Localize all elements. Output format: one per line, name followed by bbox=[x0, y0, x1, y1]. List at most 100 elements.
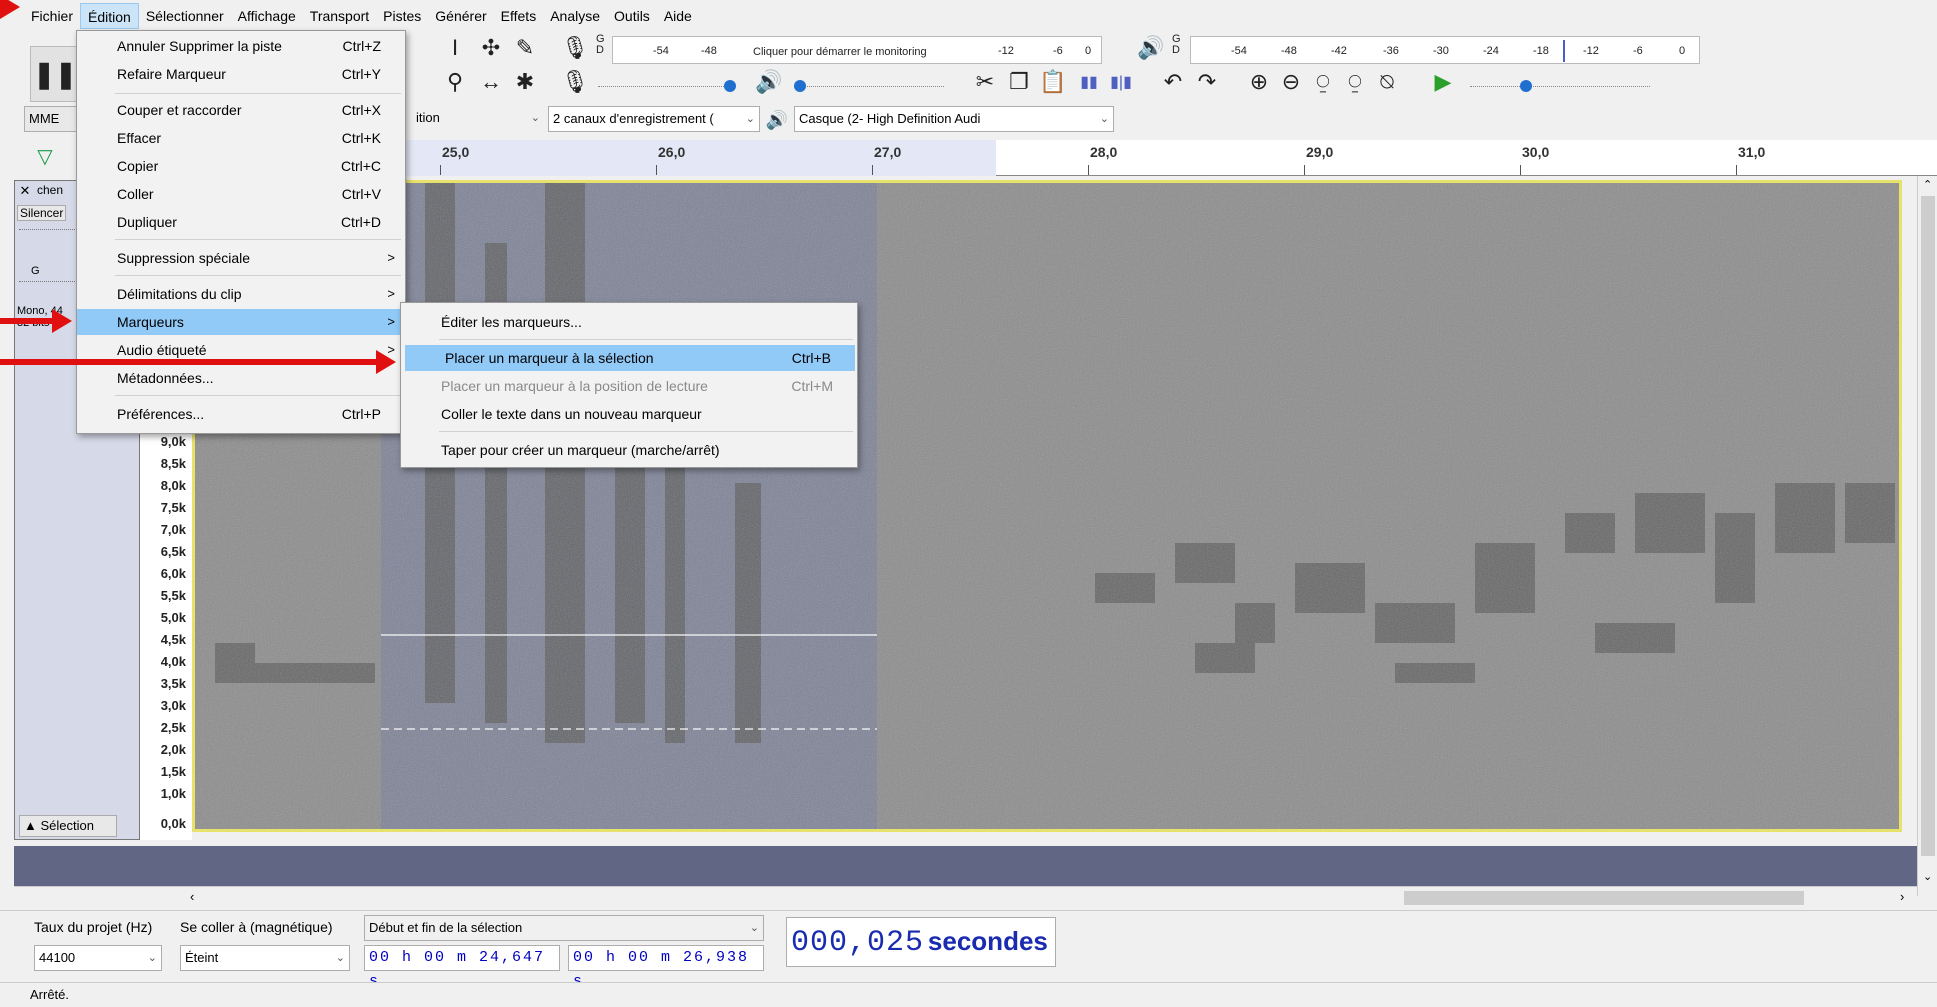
play-speed-thumb[interactable] bbox=[1520, 80, 1532, 92]
redo-icon[interactable]: ↷ bbox=[1192, 66, 1222, 98]
host-combo[interactable]: MME bbox=[24, 106, 80, 132]
cut-icon[interactable]: ✂ bbox=[970, 66, 1000, 98]
menu-item-clip-boundaries[interactable]: Délimitations du clip > bbox=[77, 281, 405, 307]
menu-item-cut[interactable]: Couper et raccorder Ctrl+X bbox=[77, 97, 405, 123]
ruler-label: 28,0 bbox=[1090, 144, 1118, 160]
record-meter[interactable]: -54 -48 Cliquer pour démarrer le monitor… bbox=[612, 36, 1102, 64]
play-speed-slider[interactable] bbox=[1470, 86, 1650, 87]
scroll-up-icon[interactable]: ⌃ bbox=[1923, 178, 1932, 191]
snap-combo[interactable]: Éteint ⌄ bbox=[180, 945, 350, 971]
selection-end-time[interactable]: 00 h 00 m 26,938 s bbox=[568, 945, 764, 990]
microphone-icon[interactable]: 🎙 bbox=[560, 32, 590, 64]
selection-tool-icon[interactable]: I bbox=[440, 32, 470, 64]
meter-tick: -12 bbox=[998, 45, 1014, 57]
menu-item-type-to-create-marker[interactable]: Taper pour créer un marqueur (marche/arr… bbox=[401, 437, 857, 463]
menu-item-add-marker-at-playback[interactable]: Placer un marqueur à la position de lect… bbox=[401, 373, 857, 399]
menu-transport[interactable]: Transport bbox=[303, 3, 376, 29]
play-device-combo[interactable]: Casque (2- High Definition Audi ⌄ bbox=[794, 106, 1114, 132]
selection-mode-combo[interactable]: Début et fin de la sélection ⌄ bbox=[364, 915, 764, 941]
play-volume-slider[interactable] bbox=[794, 86, 944, 87]
draw-tool-icon[interactable]: ✎ bbox=[510, 32, 540, 64]
mute-button[interactable]: Silencer bbox=[17, 205, 67, 221]
zoom-out-icon[interactable]: ⊖ bbox=[1276, 66, 1306, 98]
menu-affichage[interactable]: Affichage bbox=[231, 3, 303, 29]
select-track-button[interactable]: ▲ Sélection bbox=[19, 815, 117, 837]
multi-tool-icon[interactable]: ✱ bbox=[510, 66, 540, 98]
menu-edition[interactable]: Édition bbox=[80, 3, 139, 29]
menu-analyse[interactable]: Analyse bbox=[543, 3, 607, 29]
menu-item-delete[interactable]: Effacer Ctrl+K bbox=[77, 125, 405, 151]
envelope-tool-icon[interactable]: ✣ bbox=[476, 32, 506, 64]
snap-value: Éteint bbox=[185, 950, 219, 965]
shortcut: Ctrl+C bbox=[340, 158, 381, 174]
zoom-toggle-icon[interactable]: ⍉ bbox=[1372, 66, 1402, 98]
playback-meter[interactable]: -54 -48 -42 -36 -30 -24 -18 -12 -6 0 bbox=[1190, 36, 1700, 64]
menu-effets[interactable]: Effets bbox=[494, 3, 544, 29]
empty-track-area[interactable] bbox=[14, 846, 1917, 886]
project-rate-combo[interactable]: 44100 ⌄ bbox=[34, 945, 162, 971]
chevron-down-icon: ⌄ bbox=[147, 952, 157, 964]
menu-item-duplicate[interactable]: Dupliquer Ctrl+D bbox=[77, 209, 405, 235]
menu-item-special-delete[interactable]: Suppression spéciale > bbox=[77, 245, 405, 271]
status-text: Arrêté. bbox=[30, 987, 70, 1002]
menu-item-paste-new-marker[interactable]: Coller le texte dans un nouveau marqueur bbox=[401, 401, 857, 427]
meter-tick: -12 bbox=[1583, 45, 1599, 57]
vscroll-thumb[interactable] bbox=[1921, 196, 1935, 856]
speaker-icon[interactable]: 🔊 bbox=[1136, 32, 1166, 64]
undo-icon[interactable]: ↶ bbox=[1158, 66, 1188, 98]
menu-label: Dupliquer bbox=[117, 214, 177, 230]
select-label: Sélection bbox=[40, 818, 94, 833]
menu-item-metadata[interactable]: Métadonnées... bbox=[77, 365, 405, 391]
scroll-thumb[interactable] bbox=[1404, 891, 1804, 905]
menu-selectionner[interactable]: Sélectionner bbox=[139, 3, 231, 29]
selection-start-time[interactable]: 00 h 00 m 24,647 s bbox=[364, 945, 560, 990]
freq-label: 4,0k bbox=[160, 654, 186, 669]
fit-project-icon[interactable]: ⍜ bbox=[1340, 66, 1370, 98]
scroll-down-icon[interactable]: ⌄ bbox=[1923, 870, 1932, 883]
menu-item-edit-markers[interactable]: Éditer les marqueurs... bbox=[401, 309, 857, 335]
length-unit: secondes bbox=[927, 926, 1048, 956]
menu-item-add-marker-at-selection[interactable]: Placer un marqueur à la sélection Ctrl+B bbox=[405, 345, 855, 371]
rec-volume-slider[interactable] bbox=[598, 86, 728, 87]
timeshift-tool-icon[interactable]: ↔ bbox=[476, 66, 506, 98]
peak-indicator bbox=[1563, 40, 1565, 62]
silence-icon[interactable]: ▮|▮ bbox=[1106, 66, 1136, 98]
menu-item-paste[interactable]: Coller Ctrl+V bbox=[77, 181, 405, 207]
annotation-arrow-add-marker bbox=[0, 350, 396, 374]
rec-volume-thumb[interactable] bbox=[724, 80, 736, 92]
play-volume-thumb[interactable] bbox=[794, 80, 806, 92]
vertical-scrollbar[interactable]: ⌃ ⌄ bbox=[1917, 176, 1937, 896]
trim-icon[interactable]: ▮▮ bbox=[1074, 66, 1104, 98]
menu-pistes[interactable]: Pistes bbox=[376, 3, 428, 29]
menu-item-redo[interactable]: Refaire Marqueur Ctrl+Y bbox=[77, 61, 405, 87]
menu-item-undo[interactable]: Annuler Supprimer la piste Ctrl+Z bbox=[77, 33, 405, 59]
pause-button[interactable]: ❚❚ bbox=[30, 46, 80, 102]
play-at-speed-icon[interactable]: ▶ bbox=[1428, 66, 1458, 98]
fit-selection-icon[interactable]: ⍜ bbox=[1308, 66, 1338, 98]
close-track-icon[interactable]: ✕ bbox=[17, 183, 33, 199]
timeline-options-icon[interactable]: ▽ bbox=[30, 140, 60, 172]
horizontal-scrollbar[interactable]: ‹ › bbox=[14, 886, 1917, 908]
menu-aide[interactable]: Aide bbox=[657, 3, 699, 29]
paste-icon[interactable]: 📋 bbox=[1038, 66, 1068, 98]
zoom-in-icon[interactable]: ⊕ bbox=[1244, 66, 1274, 98]
menu-fichier[interactable]: Fichier bbox=[24, 3, 80, 29]
scroll-left-icon[interactable]: ‹ bbox=[190, 889, 194, 904]
track-name[interactable]: chen bbox=[37, 183, 63, 197]
menu-separator bbox=[115, 395, 401, 396]
zoom-tool-icon[interactable]: ⚲ bbox=[440, 66, 470, 98]
scroll-right-icon[interactable]: › bbox=[1900, 889, 1904, 904]
ruler-tick bbox=[1304, 165, 1305, 175]
length-time-display[interactable]: 000,025 secondes bbox=[786, 917, 1056, 967]
menu-item-markers[interactable]: Marqueurs > bbox=[77, 309, 405, 335]
menu-item-preferences[interactable]: Préférences... Ctrl+P bbox=[77, 401, 405, 427]
rec-device-combo[interactable]: ition ⌄ bbox=[412, 106, 544, 132]
rec-channels-combo[interactable]: 2 canaux d'enregistrement (⌄ bbox=[548, 106, 760, 132]
spectrogram-view[interactable] bbox=[192, 180, 1902, 832]
menu-outils[interactable]: Outils bbox=[607, 3, 657, 29]
meter-tick: -6 bbox=[1633, 45, 1643, 57]
menu-item-copy[interactable]: Copier Ctrl+C bbox=[77, 153, 405, 179]
menu-generer[interactable]: Générer bbox=[428, 3, 493, 29]
ruler-label: 29,0 bbox=[1306, 144, 1334, 160]
copy-icon[interactable]: ❐ bbox=[1004, 66, 1034, 98]
